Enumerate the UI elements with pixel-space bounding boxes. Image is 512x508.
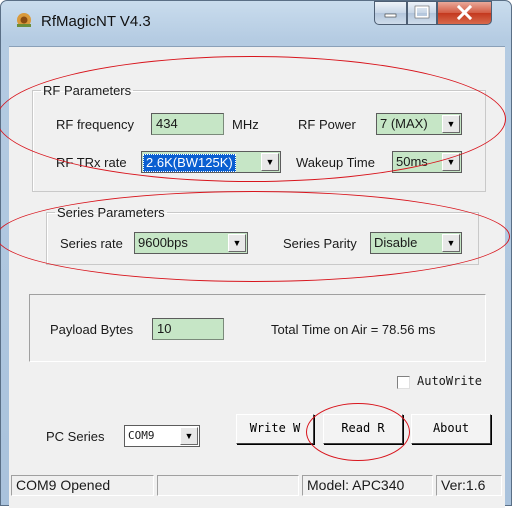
annotation-oval-read-button [306, 403, 410, 461]
payload-bytes-field[interactable]: 10 [152, 318, 224, 340]
maximize-button[interactable] [407, 1, 437, 25]
minimize-button[interactable] [374, 1, 407, 25]
status-model: Model: APC340 [302, 475, 433, 496]
pc-series-label: PC Series [46, 429, 105, 444]
title-bar[interactable]: RfMagicNT V4.3 [1, 1, 512, 45]
close-button[interactable] [437, 1, 492, 25]
autowrite-label: AutoWrite [417, 374, 483, 388]
status-empty-panel [157, 475, 299, 496]
app-icon [15, 11, 33, 29]
pc-series-select[interactable]: COM9 ▼ [124, 425, 200, 447]
autowrite-checkbox[interactable] [397, 376, 410, 389]
window-title: RfMagicNT V4.3 [41, 13, 151, 30]
write-button[interactable]: Write W [236, 414, 314, 444]
about-button[interactable]: About [411, 414, 491, 444]
status-connection: COM9 Opened [11, 475, 154, 496]
time-on-air-text: Total Time on Air = 78.56 ms [271, 322, 436, 337]
status-bar: COM9 Opened Model: APC340 Ver:1.6 [9, 473, 505, 499]
close-icon [456, 4, 473, 21]
annotation-oval-series-parameters [0, 191, 510, 282]
status-version: Ver:1.6 [436, 475, 502, 496]
pc-series-value: COM9 [128, 429, 155, 442]
chevron-down-icon[interactable]: ▼ [180, 427, 198, 445]
payload-bytes-label: Payload Bytes [50, 322, 134, 337]
annotation-oval-rf-parameters [0, 56, 506, 182]
